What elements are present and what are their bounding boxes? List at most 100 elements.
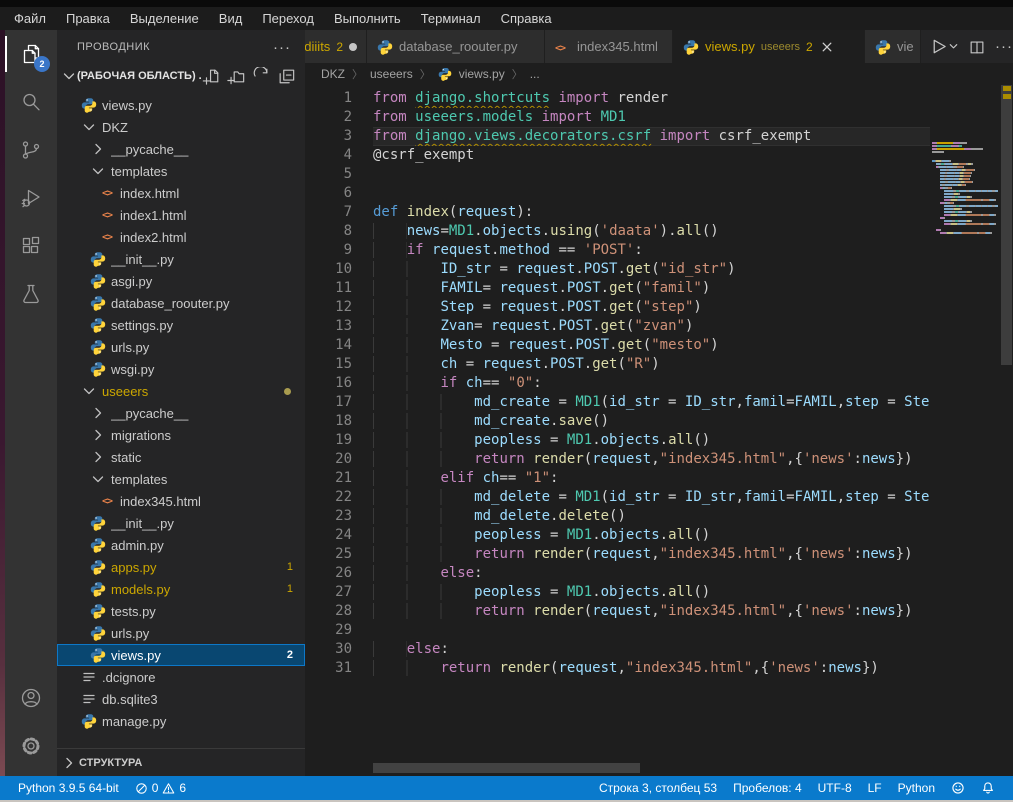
tree-file-manage-py[interactable]: manage.py	[57, 710, 305, 732]
run-python-file-button[interactable]	[929, 37, 959, 56]
menu-item-4[interactable]: Переход	[252, 7, 324, 30]
tree-file-asgi-py[interactable]: asgi.py	[57, 270, 305, 292]
tree-file-urls-py[interactable]: urls.py	[57, 336, 305, 358]
refresh-explorer-icon[interactable]	[252, 67, 270, 85]
outline-section-header[interactable]: СТРУКТУРА	[57, 748, 305, 776]
tab-index345-html[interactable]: <>index345.html	[545, 30, 673, 63]
tree-file-index1-html[interactable]: <>index1.html	[57, 204, 305, 226]
language-mode-status[interactable]: Python	[890, 776, 943, 800]
tree-file-db-sqlite3[interactable]: db.sqlite3	[57, 688, 305, 710]
tree-file-database-roouter-py[interactable]: database_roouter.py	[57, 292, 305, 314]
problems-status[interactable]: 0 6	[127, 776, 194, 800]
tree-folder-useeers[interactable]: useeers	[57, 380, 305, 402]
tree-file--dcignore[interactable]: .dcignore	[57, 666, 305, 688]
tree-file-admin-py[interactable]: admin.py	[57, 534, 305, 556]
python-interpreter-status[interactable]: Python 3.9.5 64-bit	[10, 776, 127, 800]
tree-file-apps-py[interactable]: apps.py1	[57, 556, 305, 578]
more-actions-icon[interactable]: ···	[273, 39, 291, 56]
tree-folder-migrations[interactable]: migrations	[57, 424, 305, 446]
close-icon[interactable]	[819, 39, 835, 55]
more-actions-icon[interactable]: ···	[995, 38, 1013, 55]
vertical-scrollbar-thumb[interactable]	[1001, 85, 1012, 365]
error-count: 0	[152, 781, 159, 795]
tab-label: vie	[897, 39, 914, 54]
horizontal-scrollbar-thumb[interactable]	[373, 763, 640, 773]
feedback-smiley-icon[interactable]	[943, 776, 973, 800]
minimap-token	[948, 181, 955, 183]
tab-diiits[interactable]: diiits2	[305, 30, 367, 63]
menu-item-7[interactable]: Справка	[491, 7, 562, 30]
activity-run-and-debug-button[interactable]	[5, 174, 57, 222]
menu-item-0[interactable]: Файл	[4, 7, 56, 30]
tree-file-wsgi-py[interactable]: wsgi.py	[57, 358, 305, 380]
code-token: })	[896, 451, 913, 467]
activity-explorer-button[interactable]: 2	[5, 30, 57, 78]
tree-folder-templates[interactable]: templates	[57, 160, 305, 182]
notifications-bell-icon[interactable]	[973, 776, 1003, 800]
menu-item-5[interactable]: Выполнить	[324, 7, 411, 30]
activity-account-button[interactable]	[5, 674, 57, 722]
new-folder-icon[interactable]	[227, 67, 245, 85]
breadcrumb[interactable]: DKZ〉useeers〉views.py〉...	[305, 63, 1013, 85]
tree-file-index-html[interactable]: <>index.html	[57, 182, 305, 204]
minimap[interactable]	[932, 142, 1000, 235]
activity-source-control-button[interactable]	[5, 126, 57, 174]
encoding-status[interactable]: UTF-8	[810, 776, 860, 800]
tree-file-urls-py[interactable]: urls.py	[57, 622, 305, 644]
tree-file-index345-html[interactable]: <>index345.html	[57, 490, 305, 512]
tree-file--init-py[interactable]: __init__.py	[57, 512, 305, 534]
modified-dot	[284, 388, 291, 395]
menu-item-3[interactable]: Вид	[209, 7, 253, 30]
menu-item-2[interactable]: Выделение	[120, 7, 209, 30]
minimap-line	[932, 178, 1000, 180]
eol-status[interactable]: LF	[860, 776, 890, 800]
minimap-token	[945, 163, 952, 165]
tree-file-settings-py[interactable]: settings.py	[57, 314, 305, 336]
code-token: (	[634, 299, 642, 315]
tree-file-views-py[interactable]: views.py	[57, 94, 305, 116]
code-token: request	[592, 546, 651, 562]
tree-file--init-py[interactable]: __init__.py	[57, 248, 305, 270]
activity-settings-button[interactable]	[5, 722, 57, 770]
tree-file-views-py[interactable]: views.py2	[57, 644, 305, 666]
tree-folder-static[interactable]: static	[57, 446, 305, 468]
code-token: news	[862, 603, 896, 619]
code-token	[373, 603, 474, 619]
breadcrumb-item-1[interactable]: useeers	[370, 67, 413, 81]
activity-search-button[interactable]	[5, 78, 57, 126]
code-token: =	[542, 527, 567, 543]
activity-testing-button[interactable]	[5, 270, 57, 318]
collapse-folders-icon[interactable]	[277, 67, 295, 85]
new-file-icon[interactable]	[202, 67, 220, 85]
breadcrumb-item-0[interactable]: DKZ	[321, 67, 345, 81]
tree-folder-templates[interactable]: templates	[57, 468, 305, 490]
tab-views-py[interactable]: views.pyuseeers2	[673, 30, 865, 63]
tab-database-roouter-py[interactable]: database_roouter.py	[367, 30, 545, 63]
split-editor-button[interactable]	[968, 38, 986, 56]
tree-folder--pycache-[interactable]: __pycache__	[57, 402, 305, 424]
minimap-line	[932, 217, 1000, 219]
html-file-icon: <>	[555, 39, 571, 55]
vertical-scrollbar[interactable]	[1000, 85, 1013, 776]
tree-item-label: .dcignore	[102, 670, 305, 685]
code-editor[interactable]: 1from django.shortcuts import render2fro…	[305, 85, 1013, 776]
tree-folder--pycache-[interactable]: __pycache__	[57, 138, 305, 160]
tree-file-tests-py[interactable]: tests.py	[57, 600, 305, 622]
breadcrumb-item-3[interactable]: ...	[530, 67, 540, 81]
menu-item-1[interactable]: Правка	[56, 7, 120, 30]
cursor-position-status[interactable]: Строка 3, столбец 53	[591, 776, 725, 800]
line-number: 16	[305, 374, 352, 393]
tree-folder-DKZ[interactable]: DKZ	[57, 116, 305, 138]
indentation-status[interactable]: Пробелов: 4	[725, 776, 810, 800]
tree-file-index2-html[interactable]: <>index2.html	[57, 226, 305, 248]
activity-extensions-button[interactable]	[5, 222, 57, 270]
workspace-section-header[interactable]: (РАБОЧАЯ ОБЛАСТЬ) ...	[57, 64, 305, 88]
tab-vie[interactable]: vie	[865, 30, 921, 63]
code-token: ()	[693, 432, 710, 448]
breadcrumb-item-2[interactable]: views.py	[459, 67, 505, 81]
code-token: request	[592, 451, 651, 467]
tab-label: diiits	[305, 39, 330, 54]
tree-file-models-py[interactable]: models.py1	[57, 578, 305, 600]
code-line: 9 if request.method == 'POST':	[305, 241, 1013, 260]
menu-item-6[interactable]: Терминал	[411, 7, 491, 30]
